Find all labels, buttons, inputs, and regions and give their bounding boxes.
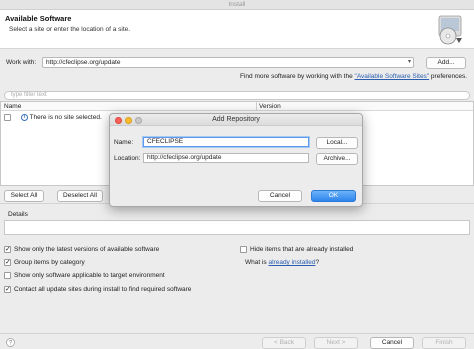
checkbox[interactable] (240, 245, 247, 253)
checkbox[interactable] (4, 245, 11, 255)
table-header: Name Version (1, 102, 473, 111)
add-site-button[interactable]: Add... (426, 57, 466, 69)
details-label: Details (8, 211, 28, 218)
location-input[interactable]: http://cfeclipse.org/update (143, 153, 309, 163)
select-all-button[interactable]: Select All (4, 190, 44, 202)
next-button[interactable]: Next > (314, 337, 358, 349)
checkbox[interactable] (4, 258, 11, 268)
cd-install-icon (438, 15, 462, 45)
dialog-titlebar: Add Repository (110, 114, 362, 126)
dialog-cancel-button[interactable]: Cancel (258, 190, 302, 202)
page-subtitle: Select a site or enter the location of a… (9, 26, 131, 33)
work-with-combo[interactable]: http://cfeclipse.org/update ▾ (42, 57, 414, 68)
table-row[interactable]: i There is no site selected. (4, 114, 102, 121)
available-software-sites-link[interactable]: "Available Software Sites" (355, 73, 430, 80)
local-button[interactable]: Local... (316, 137, 358, 149)
window-title: Install (0, 0, 474, 10)
checkbox[interactable] (4, 271, 11, 279)
row-name: There is no site selected. (29, 114, 102, 122)
dialog-ok-button[interactable]: OK (311, 190, 356, 202)
archive-button[interactable]: Archive... (316, 153, 358, 165)
already-installed-link[interactable]: already installed (268, 259, 315, 266)
dialog-title: Add Repository (212, 116, 260, 123)
close-icon[interactable] (115, 117, 122, 124)
what-is-installed-text: What is already installed? (245, 259, 320, 266)
filter-input[interactable]: type filter text (4, 91, 470, 100)
finish-button[interactable]: Finish (422, 337, 466, 349)
zoom-icon (135, 117, 142, 124)
column-version[interactable]: Version (259, 102, 281, 111)
more-software-text: Find more software by working with the "… (240, 73, 468, 80)
name-input[interactable]: CFECLIPSE (143, 137, 309, 147)
cancel-button[interactable]: Cancel (370, 337, 414, 349)
minimize-icon[interactable] (125, 117, 132, 124)
separator (0, 333, 474, 334)
details-area (4, 220, 470, 235)
add-repository-dialog: Add Repository Name: CFECLIPSE Local... … (109, 113, 363, 207)
option-hide-installed[interactable]: Hide items that are already installed (240, 245, 353, 255)
checkbox[interactable] (4, 285, 11, 295)
page-title: Available Software (5, 14, 72, 23)
option-target-environment[interactable]: Show only software applicable to target … (4, 271, 165, 281)
deselect-all-button[interactable]: Deselect All (57, 190, 103, 202)
back-button[interactable]: < Back (262, 337, 306, 349)
info-icon: i (20, 114, 28, 121)
row-checkbox[interactable] (4, 114, 11, 121)
work-with-value: http://cfeclipse.org/update (46, 59, 121, 66)
option-group-by-category[interactable]: Group items by category (4, 258, 85, 268)
chevron-down-icon: ▾ (407, 59, 411, 65)
help-icon[interactable]: ? (6, 338, 15, 347)
name-label: Name: (114, 139, 134, 146)
column-divider (256, 102, 257, 111)
option-latest-versions[interactable]: Show only the latest versions of availab… (4, 245, 159, 255)
location-label: Location: (114, 155, 141, 162)
work-with-label: Work with: (6, 59, 37, 66)
wizard-header: Available Software Select a site or ente… (0, 10, 474, 49)
column-name[interactable]: Name (4, 102, 21, 111)
option-contact-all-sites[interactable]: Contact all update sites during install … (4, 285, 191, 295)
